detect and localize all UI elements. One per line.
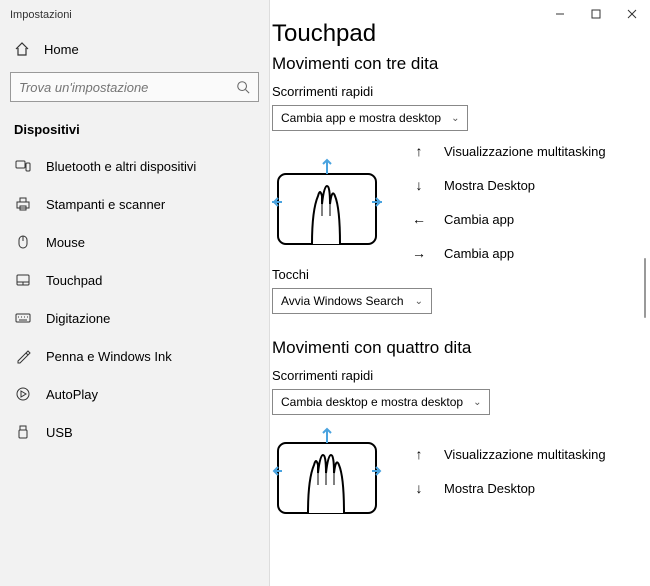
mouse-icon	[14, 234, 32, 250]
nav-label: Touchpad	[46, 273, 102, 288]
gesture-row: ↓ Mostra Desktop	[412, 177, 606, 193]
touchpad-illustration	[272, 158, 382, 246]
gesture-row: ↓ Mostra Desktop	[412, 480, 606, 496]
gesture-label: Cambia app	[444, 246, 514, 261]
swipes-label: Scorrimenti rapidi	[272, 84, 648, 99]
nav-label: Mouse	[46, 235, 85, 250]
sidebar: Impostazioni Home Dispositivi Bluetooth …	[0, 0, 270, 586]
page-title: Touchpad	[272, 20, 648, 48]
usb-icon	[14, 424, 32, 440]
home-icon	[14, 41, 30, 57]
nav-list: Bluetooth e altri dispositivi Stampanti …	[0, 147, 269, 451]
sidebar-item-touchpad[interactable]: Touchpad	[0, 261, 269, 299]
four-gesture-block: ↑ Visualizzazione multitasking ↓ Mostra De…	[272, 427, 648, 515]
gesture-label: Visualizzazione multitasking	[444, 447, 606, 462]
search-box[interactable]	[10, 72, 259, 102]
scrollbar-thumb[interactable]	[644, 258, 646, 318]
sidebar-item-bluetooth[interactable]: Bluetooth e altri dispositivi	[0, 147, 269, 185]
three-gesture-block: ↑ Visualizzazione multitasking ↓ Mostra De…	[272, 143, 648, 261]
category-label: Dispositivi	[0, 112, 269, 147]
pen-icon	[14, 348, 32, 364]
home-nav[interactable]: Home	[0, 30, 269, 68]
home-label: Home	[44, 42, 79, 57]
nav-label: Penna e Windows Ink	[46, 349, 172, 364]
arrow-up-icon: ↑	[412, 143, 426, 159]
nav-label: Bluetooth e altri dispositivi	[46, 159, 196, 174]
arrow-down-icon: ↓	[412, 177, 426, 193]
sidebar-item-usb[interactable]: USB	[0, 413, 269, 451]
dropdown-value: Avvia Windows Search	[281, 294, 404, 308]
nav-label: Digitazione	[46, 311, 110, 326]
nav-label: AutoPlay	[46, 387, 98, 402]
content-area: Touchpad Movimenti con tre dita Scorrime…	[270, 0, 650, 586]
keyboard-icon	[14, 310, 32, 326]
chevron-down-icon: ⌄	[473, 397, 481, 408]
touchpad-icon	[14, 272, 32, 288]
four-finger-heading: Movimenti con quattro dita	[272, 338, 648, 358]
arrow-down-icon: ↓	[412, 480, 426, 496]
arrow-right-icon: →	[412, 245, 426, 261]
three-taps-dropdown[interactable]: Avvia Windows Search ⌄	[272, 288, 432, 314]
sidebar-item-mouse[interactable]: Mouse	[0, 223, 269, 261]
four-gesture-list: ↑ Visualizzazione multitasking ↓ Mostra De…	[412, 446, 606, 496]
gesture-label: Visualizzazione multitasking	[444, 144, 606, 159]
sidebar-item-autoplay[interactable]: AutoPlay	[0, 375, 269, 413]
sidebar-item-pen[interactable]: Penna e Windows Ink	[0, 337, 269, 375]
search-input[interactable]	[19, 80, 236, 95]
taps-label: Tocchi	[272, 267, 648, 282]
gesture-row: ↑ Visualizzazione multitasking	[412, 143, 606, 159]
gesture-label: Mostra Desktop	[444, 178, 535, 193]
nav-label: Stampanti e scanner	[46, 197, 165, 212]
chevron-down-icon: ⌄	[451, 113, 459, 124]
nav-label: USB	[46, 425, 73, 440]
search-icon	[236, 80, 250, 94]
four-swipes-dropdown[interactable]: Cambia desktop e mostra desktop ⌄	[272, 389, 490, 415]
swipes-label-four: Scorrimenti rapidi	[272, 368, 648, 383]
chevron-down-icon: ⌄	[415, 296, 423, 307]
gesture-label: Mostra Desktop	[444, 481, 535, 496]
autoplay-icon	[14, 386, 32, 402]
printer-icon	[14, 196, 32, 212]
dropdown-value: Cambia app e mostra desktop	[281, 111, 441, 125]
arrow-up-icon: ↑	[412, 446, 426, 462]
window-title: Impostazioni	[0, 0, 269, 30]
three-swipes-dropdown[interactable]: Cambia app e mostra desktop ⌄	[272, 105, 468, 131]
main-panel: Touchpad Movimenti con tre dita Scorrime…	[270, 0, 650, 586]
gesture-row: → Cambia app	[412, 245, 606, 261]
touchpad-illustration	[272, 427, 382, 515]
arrow-left-icon: ←	[412, 211, 426, 227]
gesture-row: ← Cambia app	[412, 211, 606, 227]
sidebar-item-printers[interactable]: Stampanti e scanner	[0, 185, 269, 223]
sidebar-item-typing[interactable]: Digitazione	[0, 299, 269, 337]
three-gesture-list: ↑ Visualizzazione multitasking ↓ Mostra De…	[412, 143, 606, 261]
three-finger-heading: Movimenti con tre dita	[272, 54, 648, 74]
gesture-row: ↑ Visualizzazione multitasking	[412, 446, 606, 462]
dropdown-value: Cambia desktop e mostra desktop	[281, 395, 463, 409]
devices-icon	[14, 158, 32, 174]
gesture-label: Cambia app	[444, 212, 514, 227]
